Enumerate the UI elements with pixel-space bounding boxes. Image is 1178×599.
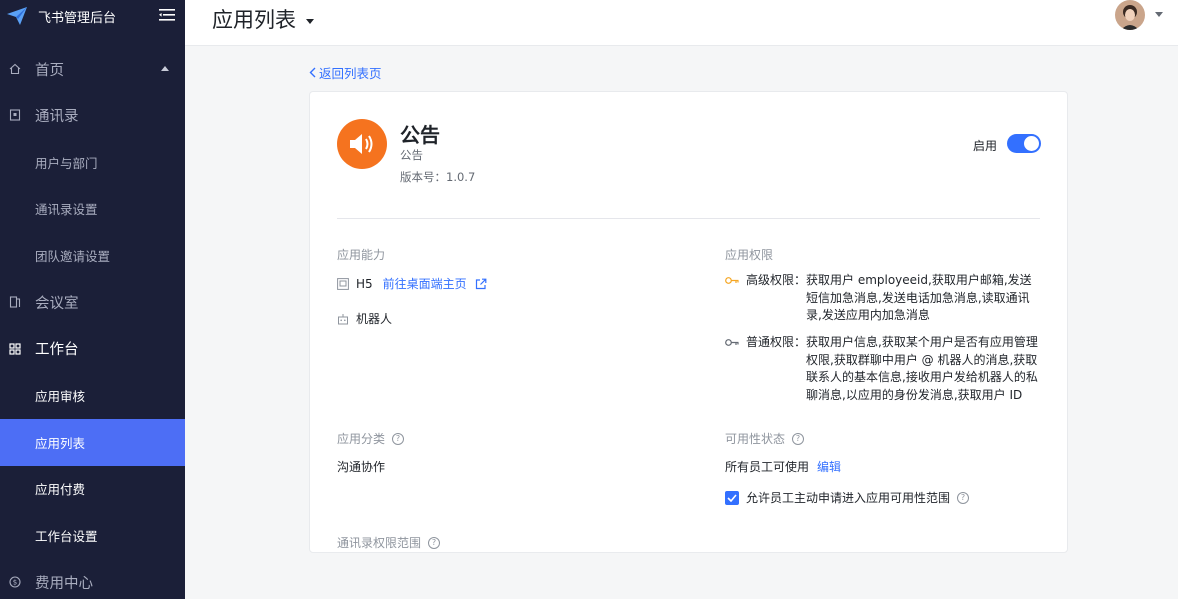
app-subtitle: 公告 <box>400 148 423 162</box>
availability-row: 所有员工可使用 编辑 <box>725 458 841 475</box>
sidebar-item-label: 团队邀请设置 <box>35 248 111 264</box>
sidebar-item-contacts-settings[interactable]: 通讯录设置 <box>0 185 185 232</box>
robot-icon <box>338 313 348 324</box>
toggle-knob <box>1024 136 1039 151</box>
sidebar-item-label: 应用审核 <box>35 388 86 404</box>
contact-scope-title-text: 通讯录权限范围 <box>337 536 422 550</box>
avatar[interactable] <box>1115 0 1145 30</box>
permissions-title-text: 应用权限 <box>725 248 774 262</box>
sidebar-item-team-invite[interactable]: 团队邀请设置 <box>0 232 185 279</box>
sidebar-item-users-departments[interactable]: 用户与部门 <box>0 139 185 186</box>
sidebar-item-app-list[interactable]: 应用列表 <box>0 418 185 466</box>
sidebar-item-label: 应用列表 <box>35 435 86 451</box>
permissions-title: 应用权限 <box>725 246 773 263</box>
availability-title: 可用性状态 ? <box>725 430 805 447</box>
sidebar-item-label: 费用中心 <box>35 575 93 592</box>
enable-label: 启用 <box>973 139 998 153</box>
availability-title-text: 可用性状态 <box>725 432 786 446</box>
help-icon[interactable]: ? <box>957 491 970 504</box>
sidebar-item-label: 通讯录 <box>35 108 79 125</box>
divider <box>337 218 1040 219</box>
sidebar-item-label: 用户与部门 <box>35 155 98 171</box>
sidebar-item-workbench-settings[interactable]: 工作台设置 <box>0 512 185 559</box>
sidebar-item-label: 应用付费 <box>35 482 86 498</box>
speaker-icon <box>350 134 373 154</box>
svg-text:$: $ <box>13 579 17 587</box>
key-icon-normal <box>725 339 739 346</box>
open-desktop-homepage-link[interactable]: 前往桌面端主页 <box>383 275 487 292</box>
permission-desc: 获取用户 employeeid,获取用户邮箱,发送短信加急消息,发送电话加急消息… <box>806 273 1032 322</box>
help-icon[interactable]: ? <box>392 432 405 445</box>
help-icon[interactable]: ? <box>428 536 441 549</box>
chevron-left-icon <box>309 67 316 78</box>
workbench-grid-icon <box>9 343 21 355</box>
check-icon <box>727 493 737 502</box>
app-version: 版本号：1.0.7 <box>400 170 476 184</box>
key-icon-advanced <box>725 277 739 284</box>
app-name: 公告 <box>400 123 440 147</box>
allow-apply-label: 允许员工主动申请进入应用可用性范围 <box>746 491 951 505</box>
sidebar-item-label: 工作台设置 <box>35 529 98 545</box>
sidebar-item-label: 工作台 <box>35 342 79 359</box>
sidebar-item-home[interactable]: 首页 <box>0 46 185 92</box>
brand: 飞书管理后台 <box>0 0 185 32</box>
availability-value: 所有员工可使用 <box>725 460 810 474</box>
contacts-icon <box>9 109 21 121</box>
home-icon <box>9 63 21 75</box>
billing-icon: $ <box>9 576 21 588</box>
sidebar-item-billing[interactable]: $ 费用中心 <box>0 559 185 599</box>
capabilities-title-text: 应用能力 <box>337 248 386 262</box>
account-menu-chevron-icon[interactable] <box>1155 12 1163 17</box>
permission-normal: 普通权限： 获取用户信息,获取某个用户是否有应用管理权限,获取群聊中用户 @ 机… <box>725 334 1065 406</box>
category-value: 沟通协作 <box>337 460 386 474</box>
back-link-label: 返回列表页 <box>319 66 382 81</box>
sidebar-item-workbench[interactable]: 工作台 <box>0 325 185 372</box>
sidebar-item-label: 会议室 <box>35 295 79 312</box>
capability-name: 机器人 <box>356 312 393 326</box>
capability-link-label: 前往桌面端主页 <box>382 277 467 291</box>
app-title: 飞书管理后台 <box>38 10 117 26</box>
topbar: 应用列表 <box>185 0 1178 46</box>
sidebar-item-label: 通讯录设置 <box>35 202 98 218</box>
capability-robot: 机器人 <box>337 310 392 327</box>
menu-collapse-icon[interactable] <box>159 8 175 22</box>
h5-icon <box>337 277 349 290</box>
sidebar-item-contacts[interactable]: 通讯录 <box>0 92 185 139</box>
sidebar-item-app-payment[interactable]: 应用付费 <box>0 466 185 513</box>
external-link-icon <box>475 278 487 289</box>
contact-scope-title: 通讯录权限范围 ? <box>337 534 441 551</box>
edit-availability-link[interactable]: 编辑 <box>817 460 841 474</box>
capability-h5: H5 前往桌面端主页 <box>337 275 487 292</box>
meeting-room-icon <box>9 296 21 308</box>
capabilities-title: 应用能力 <box>337 246 385 263</box>
app-icon <box>337 119 387 169</box>
sidebar: 飞书管理后台 首页 通讯录 用户与部门 通讯录设置 团队邀请设置 会议室 工作台… <box>0 0 185 599</box>
permission-name: 高级权限： <box>746 273 807 287</box>
permission-advanced: 高级权限： 获取用户 employeeid,获取用户邮箱,发送短信加急消息,发送… <box>725 272 1065 327</box>
allow-apply-checkbox-row[interactable]: 允许员工主动申请进入应用可用性范围 ? <box>725 489 970 506</box>
permission-name: 普通权限： <box>746 335 807 349</box>
allow-apply-checkbox[interactable] <box>725 490 739 505</box>
page-title: 应用列表 <box>212 8 296 32</box>
app-detail-card: 公告 公告 版本号：1.0.7 启用 应用能力 H5 前往桌面端主页 机器人 应… <box>309 91 1068 553</box>
sidebar-item-app-review[interactable]: 应用审核 <box>0 372 185 419</box>
page-title-dropdown[interactable]: 应用列表 <box>212 4 314 34</box>
feishu-logo-icon <box>7 7 27 25</box>
chevron-down-icon <box>306 18 314 24</box>
help-icon[interactable]: ? <box>792 432 805 445</box>
collapse-up-icon <box>161 66 169 71</box>
back-to-list-link[interactable]: 返回列表页 <box>309 63 382 82</box>
main-content: 返回列表页 公告 公告 版本号：1.0.7 启用 应用能力 H5 前往桌面端主页 <box>185 47 1178 599</box>
enable-toggle[interactable] <box>1007 134 1041 153</box>
category-title-text: 应用分类 <box>337 432 386 446</box>
permission-desc: 获取用户信息,获取某个用户是否有应用管理权限,获取群聊中用户 @ 机器人的消息,… <box>806 335 1038 402</box>
sidebar-item-label: 首页 <box>35 62 64 79</box>
capability-name: H5 <box>356 276 373 291</box>
sidebar-item-meeting-rooms[interactable]: 会议室 <box>0 279 185 326</box>
category-title: 应用分类 ? <box>337 430 405 447</box>
